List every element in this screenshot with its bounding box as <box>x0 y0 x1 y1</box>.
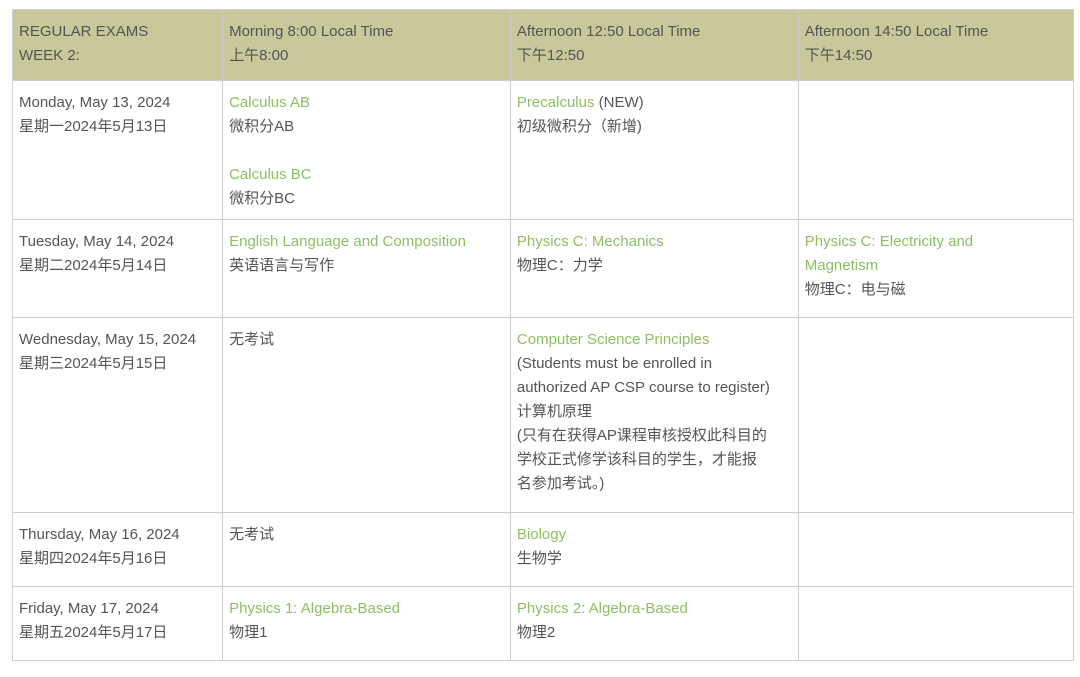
exam-link-physics-c-mechanics[interactable]: Physics C: Mechanics <box>517 230 792 254</box>
header-afternoon-1450-zh: 下午14:50 <box>804 47 873 64</box>
day-en: Thursday, May 16, 2024 <box>19 526 180 543</box>
table-row: Thursday, May 16, 2024 星期四2024年5月16日 无考试… <box>11 512 1075 587</box>
header-row: REGULAR EXAMS WEEK 2: Morning 8:00 Local… <box>11 9 1075 81</box>
exam-link-calculus-bc[interactable]: Calculus BC <box>229 163 504 187</box>
exam-note-zh: 名参加考试。) <box>516 475 605 492</box>
afternoon-1250-cell: Precalculus (NEW) 初级微积分（新增) <box>509 80 799 220</box>
header-afternoon-1250-en: Afternoon 12:50 Local Time <box>516 23 701 40</box>
exam-link-physics-c-em-line2[interactable]: Magnetism <box>805 254 1067 278</box>
morning-cell: 无考试 <box>222 317 511 513</box>
morning-cell: Physics 1: Algebra-Based 物理1 <box>222 586 511 661</box>
afternoon-1250-cell: Physics C: Mechanics 物理C：力学 <box>509 219 799 318</box>
header-afternoon-1250-zh: 下午12:50 <box>516 47 585 64</box>
table-row: Wednesday, May 15, 2024 星期三2024年5月15日 无考… <box>11 317 1075 513</box>
table-row: Friday, May 17, 2024 星期五2024年5月17日 Physi… <box>11 586 1075 661</box>
exam-schedule-table: REGULAR EXAMS WEEK 2: Morning 8:00 Local… <box>11 9 1075 661</box>
exam-link-physics-c-em[interactable]: Physics C: Electricity and <box>805 230 1067 254</box>
header-afternoon-1250: Afternoon 12:50 Local Time 下午12:50 <box>509 9 799 81</box>
exam-note-zh: (只有在获得AP课程审核授权此科目的 <box>516 427 767 444</box>
exam-note: (Students must be enrolled in <box>516 355 713 372</box>
header-week: REGULAR EXAMS WEEK 2: <box>11 9 224 81</box>
exam-zh: 微积分BC <box>229 190 295 207</box>
exam-zh: 微积分AB <box>229 118 295 135</box>
header-morning: Morning 8:00 Local Time 上午8:00 <box>222 9 511 81</box>
exam-note-zh: 学校正式修学该科目的学生，才能报 <box>516 451 757 468</box>
exam-zh: 英语语言与写作 <box>229 257 335 274</box>
afternoon-1250-cell: Physics 2: Algebra-Based 物理2 <box>509 586 799 661</box>
afternoon-1450-cell <box>797 586 1075 661</box>
exam-zh: 初级微积分（新增) <box>516 118 642 135</box>
morning-cell: 无考试 <box>222 512 511 587</box>
afternoon-1250-cell: Biology 生物学 <box>509 512 799 587</box>
morning-cell: English Language and Composition 英语语言与写作 <box>222 219 511 318</box>
exam-link-physics-2[interactable]: Physics 2: Algebra-Based <box>517 597 792 621</box>
day-en: Friday, May 17, 2024 <box>19 600 159 617</box>
exam-note: authorized AP CSP course to register) <box>516 379 770 396</box>
day-en: Monday, May 13, 2024 <box>19 94 171 111</box>
afternoon-1450-cell <box>797 512 1075 587</box>
exam-link-physics-1[interactable]: Physics 1: Algebra-Based <box>229 597 504 621</box>
day-cell: Monday, May 13, 2024 星期一2024年5月13日 <box>11 80 224 220</box>
morning-cell: Calculus AB 微积分AB Calculus BC 微积分BC <box>222 80 511 220</box>
no-exam-text: 无考试 <box>229 526 275 543</box>
header-morning-zh: 上午8:00 <box>229 47 289 64</box>
day-zh: 星期四2024年5月16日 <box>19 550 168 567</box>
header-morning-en: Morning 8:00 Local Time <box>229 23 394 40</box>
day-cell: Friday, May 17, 2024 星期五2024年5月17日 <box>11 586 224 661</box>
afternoon-1450-cell <box>797 317 1075 513</box>
new-label: (NEW) <box>594 94 644 111</box>
day-zh: 星期三2024年5月15日 <box>19 355 168 372</box>
day-cell: Wednesday, May 15, 2024 星期三2024年5月15日 <box>11 317 224 513</box>
day-cell: Tuesday, May 14, 2024 星期二2024年5月14日 <box>11 219 224 318</box>
no-exam-text: 无考试 <box>229 331 275 348</box>
exam-zh: 计算机原理 <box>516 403 592 420</box>
day-cell: Thursday, May 16, 2024 星期四2024年5月16日 <box>11 512 224 587</box>
day-zh: 星期一2024年5月13日 <box>19 118 168 135</box>
afternoon-1450-cell <box>797 80 1075 220</box>
day-zh: 星期二2024年5月14日 <box>19 257 168 274</box>
header-afternoon-1450-en: Afternoon 14:50 Local Time <box>804 23 989 40</box>
exam-link-precalculus[interactable]: Precalculus <box>517 94 595 111</box>
table-row: Tuesday, May 14, 2024 星期二2024年5月14日 Engl… <box>11 219 1075 318</box>
day-en: Tuesday, May 14, 2024 <box>19 233 175 250</box>
exam-zh: 物理C：力学 <box>516 257 603 274</box>
header-week-line2: WEEK 2: <box>19 47 80 64</box>
afternoon-1250-cell: Computer Science Principles (Students mu… <box>509 317 799 513</box>
header-afternoon-1450: Afternoon 14:50 Local Time 下午14:50 <box>797 9 1075 81</box>
table-header: REGULAR EXAMS WEEK 2: Morning 8:00 Local… <box>11 9 1075 81</box>
table-row: Monday, May 13, 2024 星期一2024年5月13日 Calcu… <box>11 80 1075 220</box>
exam-link-calculus-ab[interactable]: Calculus AB <box>229 91 504 115</box>
header-week-line1: REGULAR EXAMS <box>19 23 149 40</box>
afternoon-1450-cell: Physics C: Electricity and Magnetism 物理C… <box>797 219 1075 318</box>
exam-link-cs-principles[interactable]: Computer Science Principles <box>517 328 792 352</box>
exam-link-english-language[interactable]: English Language and Composition <box>229 230 504 254</box>
exam-zh: 物理2 <box>516 624 556 641</box>
exam-zh: 物理C：电与磁 <box>804 281 906 298</box>
exam-link-biology[interactable]: Biology <box>517 523 792 547</box>
exam-zh: 物理1 <box>229 624 268 641</box>
day-en: Wednesday, May 15, 2024 <box>19 331 197 348</box>
day-zh: 星期五2024年5月17日 <box>19 624 168 641</box>
exam-zh: 生物学 <box>516 550 562 567</box>
